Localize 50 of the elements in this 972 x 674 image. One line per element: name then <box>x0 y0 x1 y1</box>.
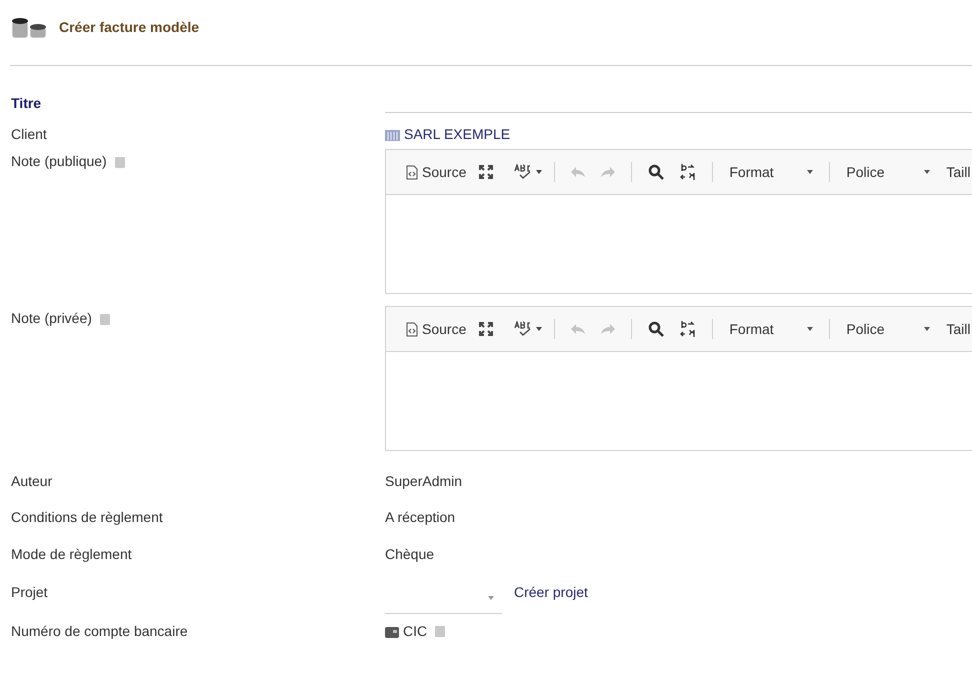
coins-icon <box>11 16 47 38</box>
undo-icon <box>571 323 586 335</box>
field-value: Chèque <box>385 544 434 564</box>
toolbar-dropdown[interactable]: Format <box>721 315 822 343</box>
page-title: Créer facture modèle <box>59 18 200 37</box>
building-icon <box>385 128 400 140</box>
maximize-icon <box>478 164 494 180</box>
search-icon <box>648 164 664 180</box>
field-label: Conditions de règlement <box>10 508 164 528</box>
rich-text-editor[interactable]: Source Format Police Taill <box>385 306 972 451</box>
field-label: Mode de règlement <box>10 544 133 564</box>
field-label: Note (publique) <box>11 153 107 169</box>
document-icon <box>406 322 418 336</box>
document-icon <box>406 164 418 180</box>
field-label: Numéro de compte bancaire <box>10 622 189 641</box>
field-value: CIC <box>403 622 428 641</box>
field-label: Projet <box>10 583 49 602</box>
field-value: A réception <box>385 508 456 528</box>
source-button[interactable]: Source <box>402 315 470 343</box>
create-project-link[interactable]: Créer projet <box>514 582 588 603</box>
spellcheck-icon <box>514 164 532 180</box>
field-label: Auteur <box>10 472 54 491</box>
caret-icon <box>536 327 542 331</box>
replace-icon <box>680 320 696 338</box>
source-button[interactable]: Source <box>402 158 470 186</box>
toolbar-dropdown[interactable]: Police <box>838 315 938 343</box>
search-icon <box>648 321 664 337</box>
field-label: Note (privée) <box>11 310 92 326</box>
field-label: Client <box>10 124 48 144</box>
toolbar-dropdown[interactable]: Format <box>721 158 822 186</box>
toolbar-dropdown[interactable]: Taill <box>938 158 972 186</box>
redo-icon <box>601 166 616 178</box>
caret-icon <box>807 327 814 331</box>
toolbar-dropdown[interactable]: Police <box>838 158 938 186</box>
maximize-icon <box>478 321 494 337</box>
field-label: Titre <box>10 94 42 113</box>
undo-icon <box>571 166 586 178</box>
field-value: SuperAdmin <box>385 472 462 491</box>
caret-icon <box>807 170 814 174</box>
caret-icon <box>924 327 930 331</box>
redo-icon <box>601 323 616 335</box>
caret-icon <box>536 170 542 174</box>
caret-icon <box>924 170 930 174</box>
spellcheck-icon <box>514 321 532 337</box>
bank-account-icon <box>385 626 399 638</box>
client-link[interactable]: SARL EXEMPLE <box>404 124 510 144</box>
rich-text-editor[interactable]: Source Format Police Taill <box>385 149 972 294</box>
caret-icon <box>488 596 494 600</box>
toolbar-dropdown[interactable]: Taill <box>938 315 972 343</box>
replace-icon <box>680 163 696 181</box>
